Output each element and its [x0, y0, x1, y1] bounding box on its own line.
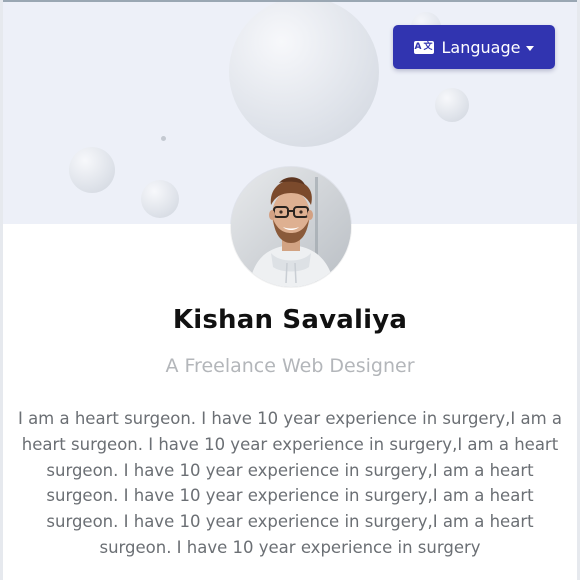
profile-bio: I am a heart surgeon. I have 10 year exp…	[17, 409, 563, 557]
profile-title: A Freelance Web Designer	[165, 355, 415, 377]
language-button-label: Language	[441, 37, 521, 57]
caret-down-icon	[526, 45, 535, 51]
avatar-portrait	[231, 167, 351, 287]
profile-card: A 文 Language Kishan Savaliya A Freelance…	[0, 0, 580, 580]
decorative-bubble-small-right	[435, 88, 469, 122]
profile-name: Kishan Savaliya	[172, 305, 408, 335]
decorative-dot	[161, 136, 166, 141]
decorative-bubble-large	[229, 2, 379, 147]
translate-icon-right-glyph: 文	[423, 41, 433, 52]
decorative-bubble-left-small	[141, 180, 179, 218]
translate-icon-left-glyph: A	[414, 41, 422, 52]
language-button[interactable]: A 文 Language	[393, 25, 555, 69]
translate-icon: A 文	[413, 40, 434, 54]
avatar	[231, 167, 351, 287]
decorative-bubble-left	[69, 147, 115, 193]
